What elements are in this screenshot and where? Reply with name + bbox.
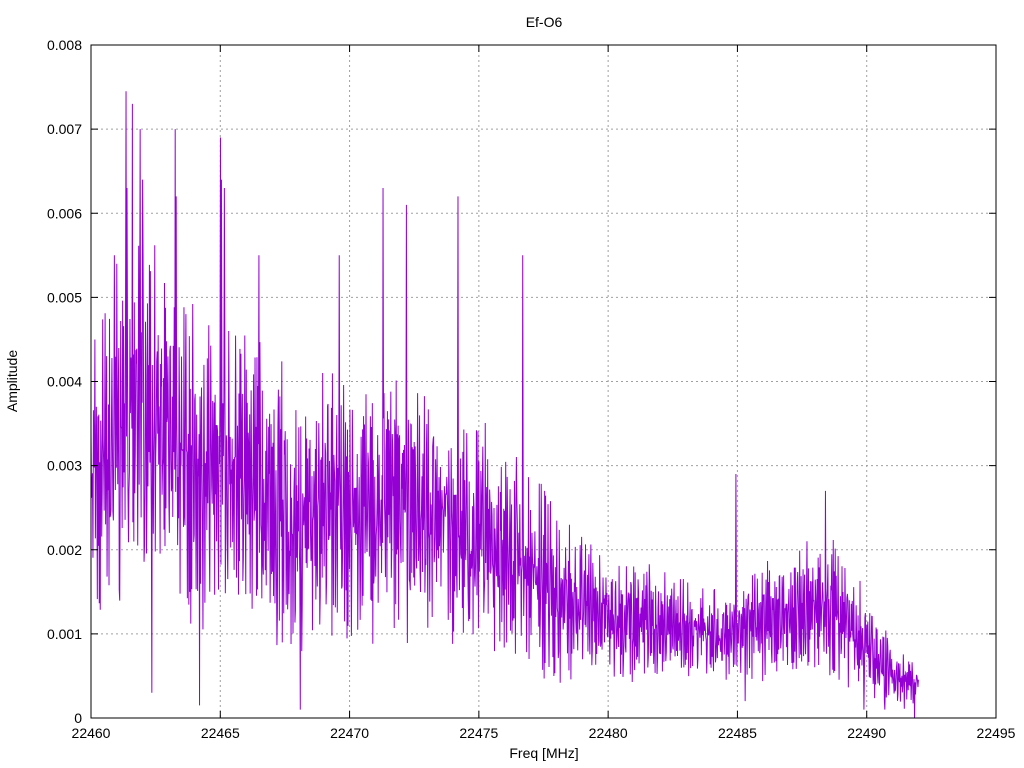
y-tick-label: 0.005 [47, 289, 82, 305]
x-tick-label: 22470 [330, 725, 369, 741]
series-layer [90, 91, 919, 719]
series-line [90, 91, 919, 719]
x-tick-label: 22475 [459, 725, 498, 741]
y-tick-label: 0.002 [47, 542, 82, 558]
y-tick-label: 0.006 [47, 205, 82, 221]
x-axis-title: Freq [MHz] [509, 745, 578, 761]
x-tick-label: 22495 [977, 725, 1016, 741]
chart-title: Ef-O6 [526, 14, 563, 30]
x-tick-label: 22485 [718, 725, 757, 741]
y-tick-label: 0.001 [47, 626, 82, 642]
x-tick-label: 22460 [72, 725, 111, 741]
x-tick-label: 22480 [589, 725, 628, 741]
y-tick-label: 0.008 [47, 37, 82, 53]
y-tick-label: 0.003 [47, 458, 82, 474]
x-tick-label: 22465 [201, 725, 240, 741]
y-axis-title: Amplitude [4, 350, 20, 412]
chart: 22460 22465 22470 22475 22480 22485 22490 22495… [4, 14, 1016, 761]
x-tick-label: 22490 [847, 725, 886, 741]
y-tick-label: 0 [74, 710, 82, 726]
y-tick-label: 0.007 [47, 121, 82, 137]
y-tick-label: 0.004 [47, 374, 82, 390]
